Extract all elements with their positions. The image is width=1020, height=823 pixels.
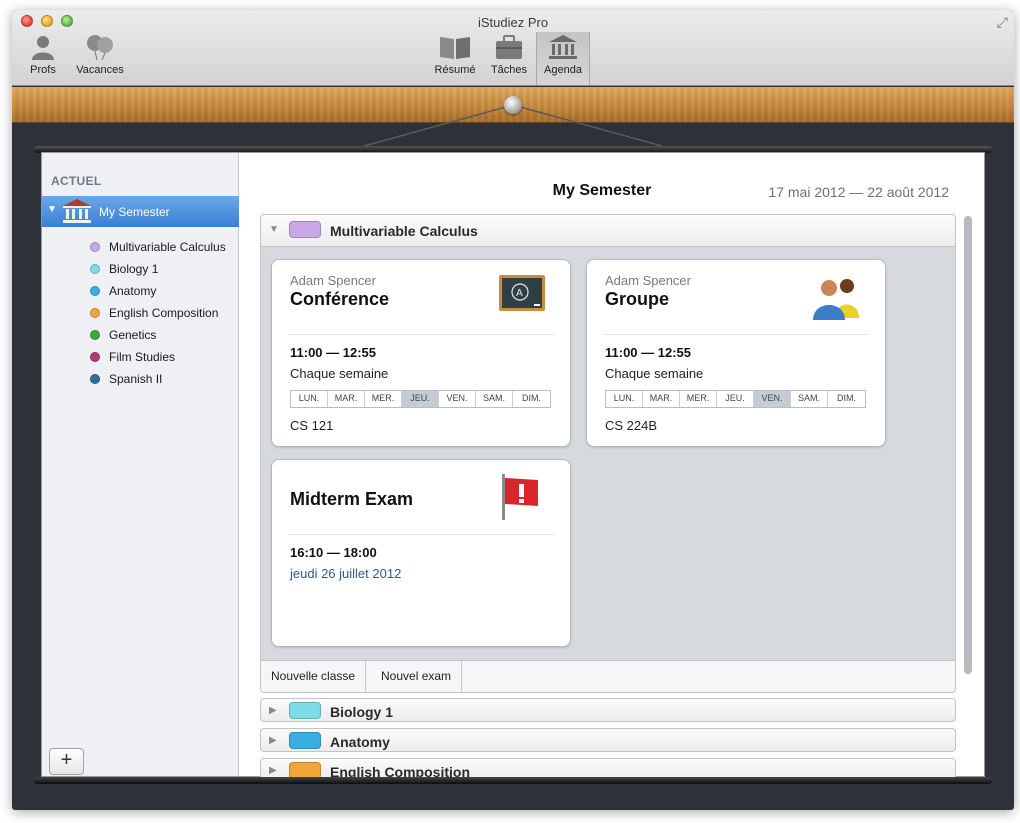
sidebar-item-spanish-ii[interactable]: Spanish II <box>90 370 238 390</box>
class-time: 11:00 — 12:55 <box>290 345 377 360</box>
class-card-groupe[interactable]: Adam Spencer Groupe 11:00 — 12:55 Chaque… <box>586 259 886 447</box>
sidebar-item-anatomy[interactable]: Anatomy <box>90 282 238 302</box>
day-tue: MAR. <box>643 391 680 407</box>
day-sun: DIM. <box>513 391 550 407</box>
app-window: iStudiez Pro ⤢ Profs Vacances Résumé Tâc… <box>12 10 1014 810</box>
class-title: Groupe <box>605 289 670 309</box>
exam-card-midterm[interactable]: Midterm Exam 16:10 — 18:00 jeudi 26 juil… <box>271 459 571 647</box>
card-divider <box>288 334 554 335</box>
course-color-dot <box>90 242 100 252</box>
chalkboard-icon: A <box>498 274 546 319</box>
semester-date-range: 17 mai 2012 — 22 août 2012 <box>768 184 949 200</box>
new-class-button[interactable]: Nouvelle classe <box>261 661 367 692</box>
course-group-biology-1[interactable]: ▶ Biology 1 <box>260 698 956 722</box>
weekday-selector: LUN. MAR. MER. JEU. VEN. SAM. DIM. <box>605 390 866 408</box>
course-color-dot <box>90 308 100 318</box>
course-color-swatch <box>289 702 321 719</box>
disclosure-triangle-icon[interactable]: ▶ <box>269 705 277 716</box>
main-panel: My Semester 17 mai 2012 — 22 août 2012 ▼… <box>240 153 984 782</box>
scroll-thumb[interactable] <box>964 216 972 674</box>
agenda-poster: ACTUEL ▼ My Semester Multivariable Calcu… <box>41 152 985 782</box>
add-button[interactable]: + <box>49 748 84 775</box>
day-thu: JEU. <box>717 391 754 407</box>
day-wed: MER. <box>680 391 717 407</box>
course-group-anatomy[interactable]: ▶ Anatomy <box>260 728 956 752</box>
course-color-swatch <box>289 221 321 238</box>
class-time: 11:00 — 12:55 <box>605 345 692 360</box>
sidebar-item-my-semester[interactable]: ▼ My Semester <box>42 196 239 227</box>
class-room: CS 121 <box>290 418 334 433</box>
day-sun: DIM. <box>828 391 865 407</box>
course-color-dot <box>90 264 100 274</box>
course-group-multivariable-calculus: ▼ Multivariable Calculus Adam Spencer Co… <box>260 214 956 692</box>
exam-time: 16:10 — 18:00 <box>290 545 377 560</box>
class-title: Conférence <box>290 289 390 309</box>
day-mon: LUN. <box>291 391 328 407</box>
svg-text:A: A <box>516 288 523 299</box>
day-sat: SAM. <box>791 391 828 407</box>
exam-title: Midterm Exam <box>290 489 414 509</box>
disclosure-triangle-icon[interactable]: ▶ <box>269 765 277 776</box>
poster-rod-bottom <box>34 777 992 784</box>
sidebar-item-film-studies[interactable]: Film Studies <box>90 348 238 368</box>
weekday-selector: LUN. MAR. MER. JEU. VEN. SAM. DIM. <box>290 390 551 408</box>
day-sat: SAM. <box>476 391 513 407</box>
disclosure-triangle-icon[interactable]: ▼ <box>47 204 57 215</box>
vertical-scrollbar[interactable] <box>962 214 974 764</box>
sidebar-item-multivariable-calculus[interactable]: Multivariable Calculus <box>90 238 238 258</box>
nail-icon <box>504 96 522 114</box>
day-mon: LUN. <box>606 391 643 407</box>
sidebar-item-genetics[interactable]: Genetics <box>90 326 238 346</box>
class-room: CS 224B <box>605 418 658 433</box>
card-divider <box>603 334 869 335</box>
group-actions-bar: Nouvelle classe Nouvel exam <box>260 660 956 693</box>
flag-icon <box>498 472 542 527</box>
bank-icon <box>62 198 92 227</box>
day-wed: MER. <box>365 391 402 407</box>
course-color-dot <box>90 352 100 362</box>
sidebar-item-biology-1[interactable]: Biology 1 <box>90 260 238 280</box>
sidebar-item-english-composition[interactable]: English Composition <box>90 304 238 324</box>
card-divider <box>288 534 554 535</box>
course-group-title: Anatomy <box>330 734 390 750</box>
course-group-title: Multivariable Calculus <box>330 223 478 239</box>
disclosure-triangle-icon[interactable]: ▼ <box>269 224 279 235</box>
course-color-dot <box>90 330 100 340</box>
disclosure-triangle-icon[interactable]: ▶ <box>269 735 277 746</box>
professor-name: Adam Spencer <box>605 273 691 288</box>
course-group-title: Biology 1 <box>330 704 394 720</box>
class-card-conference[interactable]: Adam Spencer Conférence A 11:00 — 12:55 … <box>271 259 571 447</box>
course-color-dot <box>90 286 100 296</box>
course-color-swatch <box>289 732 321 749</box>
semester-label: My Semester <box>99 205 170 219</box>
sidebar: ACTUEL ▼ My Semester Multivariable Calcu… <box>42 153 239 776</box>
new-exam-button[interactable]: Nouvel exam <box>371 661 463 692</box>
class-frequency: Chaque semaine <box>290 366 389 381</box>
day-fri: VEN. <box>439 391 476 407</box>
sidebar-section-header: ACTUEL <box>51 174 102 188</box>
course-group-header[interactable]: ▼ Multivariable Calculus <box>261 215 955 247</box>
people-icon <box>807 274 867 327</box>
course-color-dot <box>90 374 100 384</box>
day-fri: VEN. <box>754 391 791 407</box>
day-tue: MAR. <box>328 391 365 407</box>
day-thu: JEU. <box>402 391 439 407</box>
class-frequency: Chaque semaine <box>605 366 704 381</box>
professor-name: Adam Spencer <box>290 273 376 288</box>
exam-date: jeudi 26 juillet 2012 <box>290 566 402 581</box>
hanging-wire <box>363 104 663 147</box>
